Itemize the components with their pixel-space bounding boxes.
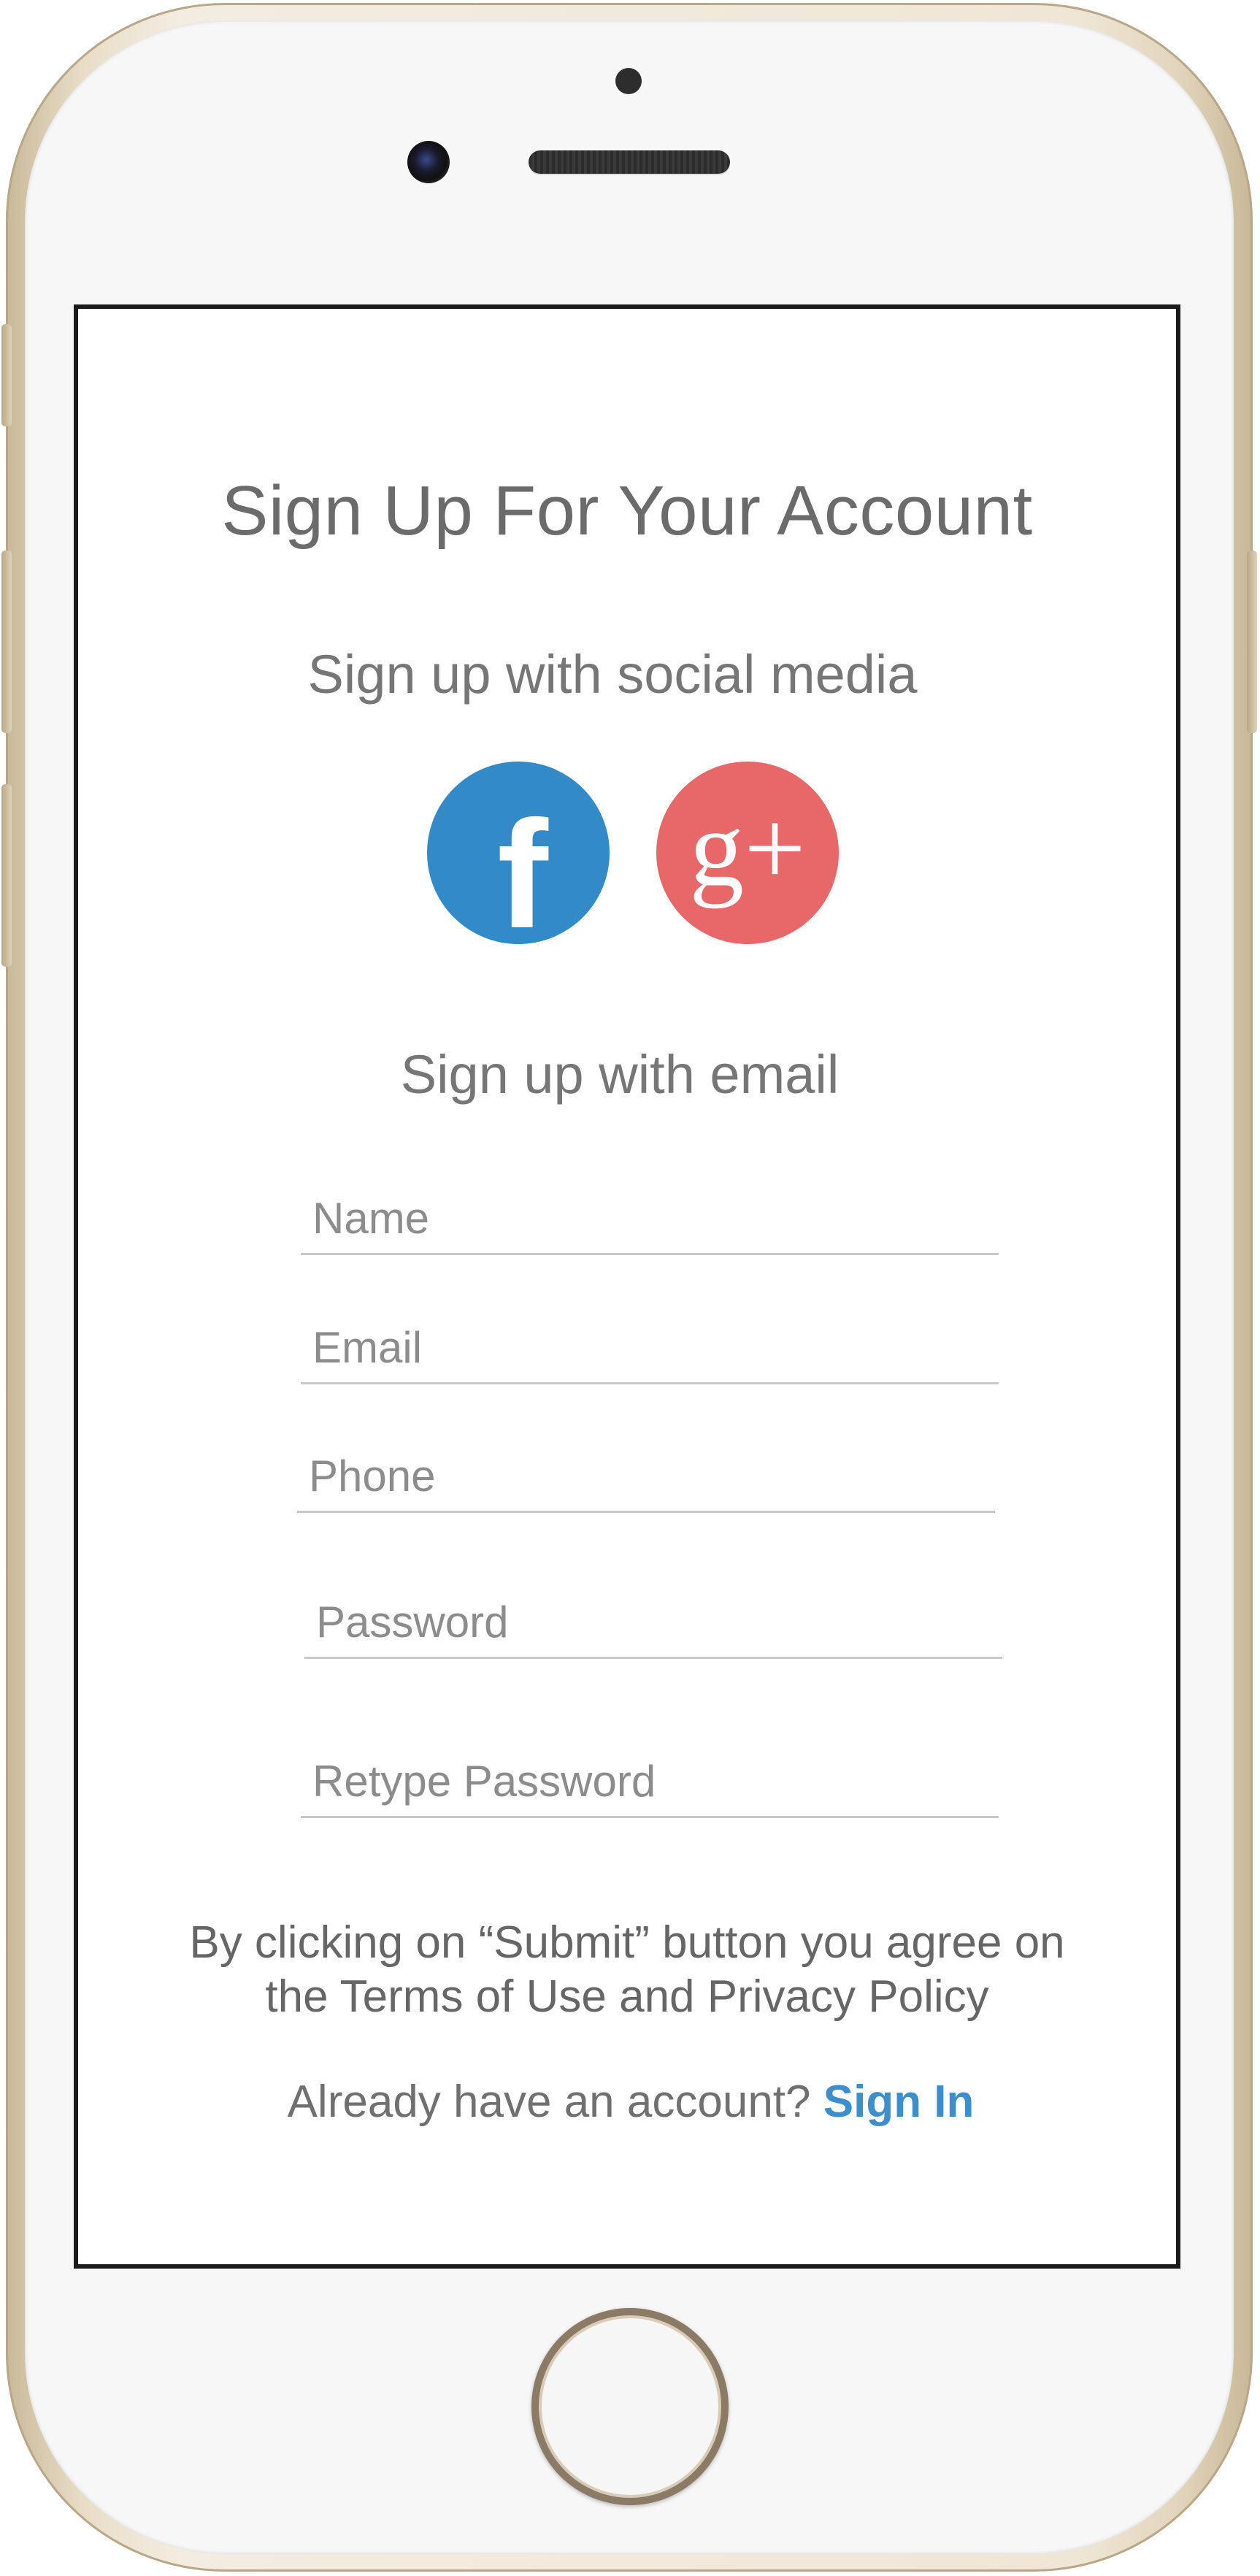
name-field	[301, 1183, 999, 1255]
volume-down-button	[1, 784, 12, 967]
signin-prompt-line: Already have an account? Sign In	[85, 2076, 1176, 2128]
social-buttons: f g+	[78, 762, 1176, 960]
page-title: Sign Up For Your Account	[221, 472, 1033, 550]
phone-input[interactable]	[297, 1441, 995, 1511]
google-plus-icon: g+	[689, 788, 806, 909]
front-camera	[407, 141, 450, 183]
facebook-icon: f	[497, 789, 548, 960]
signin-prompt-text: Already have an account?	[287, 2077, 811, 2127]
earpiece-speaker	[529, 150, 730, 174]
phone-field	[297, 1441, 995, 1513]
password-input[interactable]	[304, 1587, 1002, 1657]
name-input[interactable]	[301, 1183, 999, 1253]
power-button	[1247, 551, 1257, 733]
password-field	[304, 1587, 1002, 1659]
terms-notice: By clicking on “Submit” button you agree…	[189, 1917, 1065, 2022]
signin-link[interactable]: Sign In	[823, 2077, 975, 2127]
proximity-sensor	[615, 68, 642, 94]
email-field	[301, 1312, 999, 1384]
mute-switch	[1, 324, 12, 426]
google-plus-button[interactable]: g+	[656, 762, 839, 944]
home-button[interactable]	[531, 2308, 729, 2505]
email-signup-heading: Sign up with email	[400, 1044, 840, 1105]
facebook-button[interactable]: f	[427, 762, 610, 960]
email-input[interactable]	[301, 1312, 999, 1382]
retype-password-input[interactable]	[301, 1746, 999, 1816]
social-signup-heading: Sign up with social media	[307, 644, 918, 705]
retype-password-field	[301, 1746, 999, 1818]
volume-up-button	[1, 551, 12, 733]
app-screen: Sign Up For Your Account Sign up with so…	[74, 304, 1180, 2269]
